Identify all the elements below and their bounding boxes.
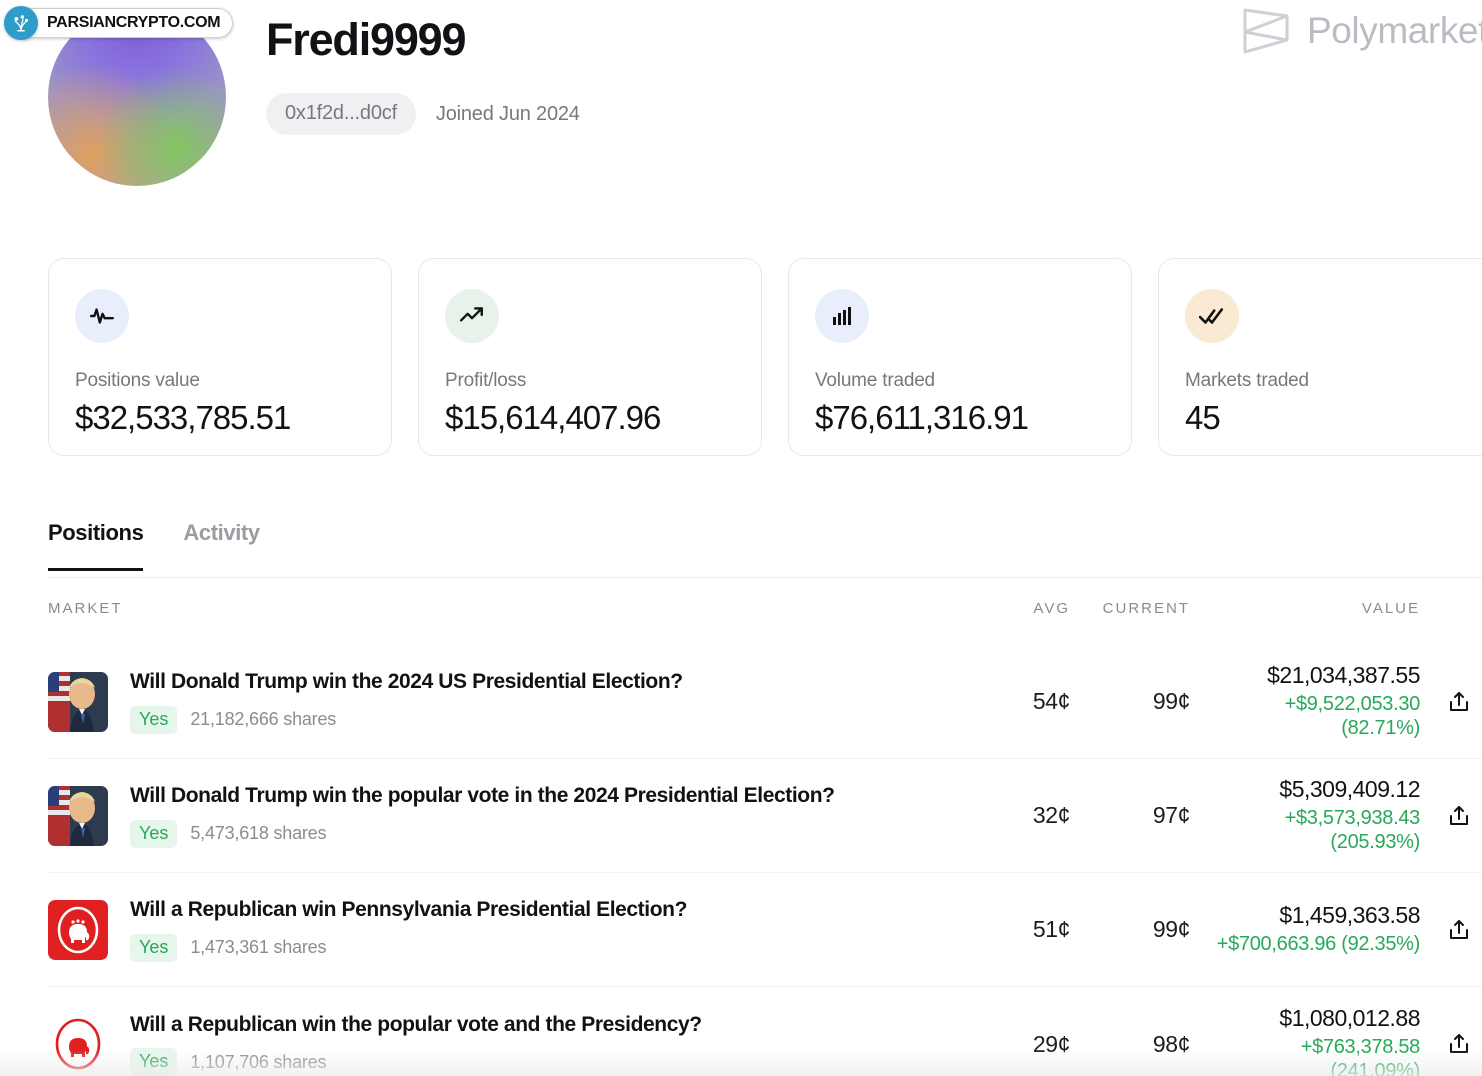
- table-row[interactable]: Will Donald Trump win the 2024 US Presid…: [48, 645, 1482, 759]
- stat-label: Markets traded: [1185, 370, 1309, 391]
- activity-pulse-icon: [75, 289, 129, 343]
- republican-elephant-thumbnail: [48, 899, 108, 960]
- shares-count: 1,107,706 shares: [190, 1051, 327, 1072]
- parsiancrypto-logo-icon: [4, 6, 38, 40]
- current-price: 99¢: [1152, 916, 1191, 942]
- stat-value: $76,611,316.91: [815, 399, 1029, 436]
- column-header-value: VALUE: [1361, 600, 1420, 617]
- market-title[interactable]: Will a Republican win Pennsylvania Presi…: [130, 897, 687, 923]
- stat-value: 45: [1185, 399, 1221, 436]
- watermark-pill: PARSIANCRYPTO.COM: [12, 8, 234, 38]
- stat-label: Volume traded: [815, 370, 935, 391]
- position-pnl: +$763,378.58 (241.09%): [1190, 1035, 1421, 1076]
- value-cell: $5,309,409.12 +$3,573,938.43 (205.93%): [1190, 776, 1420, 854]
- pnl-amount: +$763,378.58: [1300, 1035, 1421, 1058]
- profile-tabs: Positions Activity: [48, 520, 260, 571]
- pnl-percent: (82.71%): [1341, 717, 1420, 739]
- stat-card-profit-loss: Profit/loss $15,614,407.96: [418, 258, 762, 456]
- outcome-badge: Yes: [130, 1048, 178, 1076]
- outcome-badge: Yes: [130, 933, 178, 962]
- watermark-text: PARSIANCRYPTO.COM: [47, 14, 221, 31]
- stat-cards: Positions value $32,533,785.51 Profit/lo…: [48, 258, 1482, 456]
- current-price: 99¢: [1152, 688, 1191, 714]
- share-icon[interactable]: [1444, 1029, 1474, 1059]
- positions-table: Will Donald Trump win the 2024 US Presid…: [48, 645, 1482, 1076]
- share-icon[interactable]: [1444, 687, 1474, 717]
- polymarket-brand: Polymarket: [1241, 6, 1482, 56]
- position-value: $1,459,363.58: [1279, 902, 1420, 929]
- tab-activity[interactable]: Activity: [183, 520, 260, 571]
- market-title[interactable]: Will Donald Trump win the popular vote i…: [130, 783, 835, 809]
- shares-count: 1,473,361 shares: [190, 937, 327, 958]
- profile-page: Polymarket Fredi9999 0x1f2d...d0cf Joine…: [0, 0, 1482, 1076]
- value-cell: $21,034,387.55 +$9,522,053.30 (82.71%): [1190, 662, 1420, 740]
- trump-portrait-thumbnail: [48, 785, 108, 846]
- joined-date: Joined Jun 2024: [435, 102, 580, 125]
- table-row[interactable]: Will a Republican win Pennsylvania Presi…: [48, 873, 1482, 987]
- current-price: 98¢: [1152, 1030, 1191, 1057]
- stat-value: $32,533,785.51: [75, 399, 291, 436]
- table-header: MARKET AVG CURRENT VALUE: [48, 600, 1482, 617]
- avg-price: 29¢: [1032, 1030, 1071, 1057]
- stat-card-volume-traded: Volume traded $76,611,316.91: [788, 258, 1132, 456]
- position-value: $1,080,012.88: [1279, 1004, 1420, 1031]
- polymarket-hourglass-icon: [1243, 8, 1289, 54]
- stat-label: Positions value: [75, 370, 200, 391]
- page-title: Fredi9999: [266, 14, 467, 65]
- position-value: $5,309,409.12: [1279, 776, 1420, 803]
- trump-portrait-thumbnail: [48, 671, 108, 732]
- stat-label: Profit/loss: [445, 370, 527, 391]
- share-icon[interactable]: [1444, 801, 1474, 831]
- market-title[interactable]: Will Donald Trump win the 2024 US Presid…: [130, 669, 683, 695]
- pnl-amount: +$9,522,053.30: [1284, 693, 1421, 716]
- current-price: 97¢: [1152, 802, 1191, 828]
- pnl-percent: (205.93%): [1330, 831, 1420, 853]
- position-pnl: +$3,573,938.43 (205.93%): [1190, 807, 1421, 854]
- stat-card-positions-value: Positions value $32,533,785.51: [48, 258, 392, 456]
- column-header-market: MARKET: [48, 600, 123, 617]
- double-check-icon: [1185, 289, 1239, 343]
- value-cell: $1,080,012.88 +$763,378.58 (241.09%): [1190, 1005, 1420, 1076]
- watermark: PARSIANCRYPTO.COM: [4, 6, 234, 40]
- share-cell[interactable]: [1420, 801, 1482, 831]
- shares-count: 5,473,618 shares: [190, 823, 327, 844]
- value-cell: $1,459,363.58 +$700,663.96 (92.35%): [1190, 902, 1421, 957]
- position-pnl: +$9,522,053.30 (82.71%): [1190, 693, 1421, 740]
- tabs-divider: [48, 577, 1482, 578]
- column-header-avg: AVG: [1033, 600, 1070, 617]
- polymarket-wordmark: Polymarket: [1306, 10, 1482, 51]
- trending-up-icon: [445, 289, 499, 343]
- position-pnl: +$700,663.96 (92.35%): [1190, 933, 1421, 957]
- republican-elephant-thumbnail: [48, 1014, 108, 1074]
- share-icon[interactable]: [1444, 915, 1474, 945]
- market-cell[interactable]: Will Donald Trump win the 2024 US Presid…: [48, 669, 960, 734]
- market-cell[interactable]: Will Donald Trump win the popular vote i…: [48, 783, 960, 848]
- pnl-percent: (241.09%): [1330, 1059, 1420, 1076]
- outcome-badge: Yes: [130, 705, 178, 734]
- column-header-current: CURRENT: [1102, 600, 1190, 617]
- tab-positions[interactable]: Positions: [48, 520, 144, 571]
- stat-card-markets-traded: Markets traded 45: [1158, 258, 1482, 456]
- outcome-badge: Yes: [130, 819, 178, 848]
- market-cell[interactable]: Will a Republican win Pennsylvania Presi…: [48, 897, 960, 962]
- market-title[interactable]: Will a Republican win the popular vote a…: [130, 1012, 702, 1038]
- pnl-amount: +$700,663.96 (92.35%): [1216, 933, 1421, 956]
- avg-price: 32¢: [1032, 802, 1071, 828]
- avg-price: 51¢: [1032, 916, 1071, 942]
- avg-price: 54¢: [1032, 688, 1071, 714]
- pnl-amount: +$3,573,938.43: [1284, 807, 1421, 830]
- position-value: $21,034,387.55: [1267, 662, 1420, 689]
- table-row[interactable]: Will a Republican win the popular vote a…: [48, 987, 1482, 1076]
- market-cell[interactable]: Will a Republican win the popular vote a…: [48, 1012, 960, 1076]
- share-cell[interactable]: [1420, 915, 1482, 945]
- stat-value: $15,614,407.96: [445, 399, 661, 436]
- wallet-address-pill[interactable]: 0x1f2d...d0cf: [266, 93, 416, 136]
- bar-chart-icon: [815, 289, 869, 343]
- shares-count: 21,182,666 shares: [190, 709, 337, 730]
- share-cell[interactable]: [1420, 687, 1482, 717]
- share-cell[interactable]: [1420, 1029, 1482, 1059]
- table-row[interactable]: Will Donald Trump win the popular vote i…: [48, 759, 1482, 873]
